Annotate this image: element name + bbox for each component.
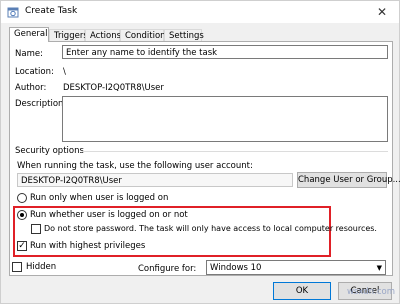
user-account-field: DESKTOP-I2Q0TR8\User [17,173,293,187]
chevron-down-icon: ▼ [376,264,382,272]
tab-general[interactable]: General [9,27,49,42]
hidden-label: Hidden [26,262,57,272]
author-value: DESKTOP-I2Q0TR8\User [63,83,164,93]
checkbox-hidden[interactable] [12,262,22,272]
radio-run-only-label: Run only when user is logged on [30,193,169,203]
author-label: Author: [15,83,47,93]
watermark-text: wsxdn.com [346,287,395,297]
name-label: Name: [15,49,43,59]
radio-run-whether-label: Run whether user is logged on or not [30,210,188,220]
close-icon[interactable]: ✕ [367,1,397,23]
name-field[interactable]: Enter any name to identify the task [62,45,388,59]
radio-run-whether[interactable] [17,210,27,220]
window-title: Create Task [25,6,78,16]
configure-dropdown[interactable]: Windows 10 ▼ [206,260,386,275]
account-prompt: When running the task, use the following… [17,161,253,171]
tab-actions[interactable]: Actions [85,29,121,41]
location-label: Location: [15,67,54,77]
description-label: Description: [15,99,67,109]
description-field[interactable] [62,96,388,142]
change-user-button[interactable]: Change User or Group... [297,172,400,188]
security-options-label: Security options [15,146,84,156]
checkbox-no-password[interactable] [31,224,41,234]
ok-button[interactable]: OK [273,282,331,300]
location-value: \ [63,67,66,77]
task-scheduler-icon [7,6,19,18]
tab-conditions[interactable]: Conditions [120,29,170,41]
radio-selected-dot [20,213,24,217]
tab-settings[interactable]: Settings [164,29,204,41]
radio-run-only-logged-on[interactable] [17,193,27,203]
checkbox-highest-privileges[interactable]: ✓ [17,241,27,251]
configure-label: Configure for: [138,264,197,274]
configure-value: Windows 10 [210,263,262,273]
create-task-dialog: Create Task ✕ General Triggers Actions C… [0,0,400,304]
group-divider [82,151,388,152]
tab-triggers[interactable]: Triggers [49,29,88,41]
general-panel: Name: Enter any name to identify the tas… [9,41,400,276]
checkbox-highest-label: Run with highest privileges [30,241,146,251]
checkbox-no-password-label: Do not store password. The task will onl… [44,224,377,233]
title-bar: Create Task ✕ [1,1,399,23]
